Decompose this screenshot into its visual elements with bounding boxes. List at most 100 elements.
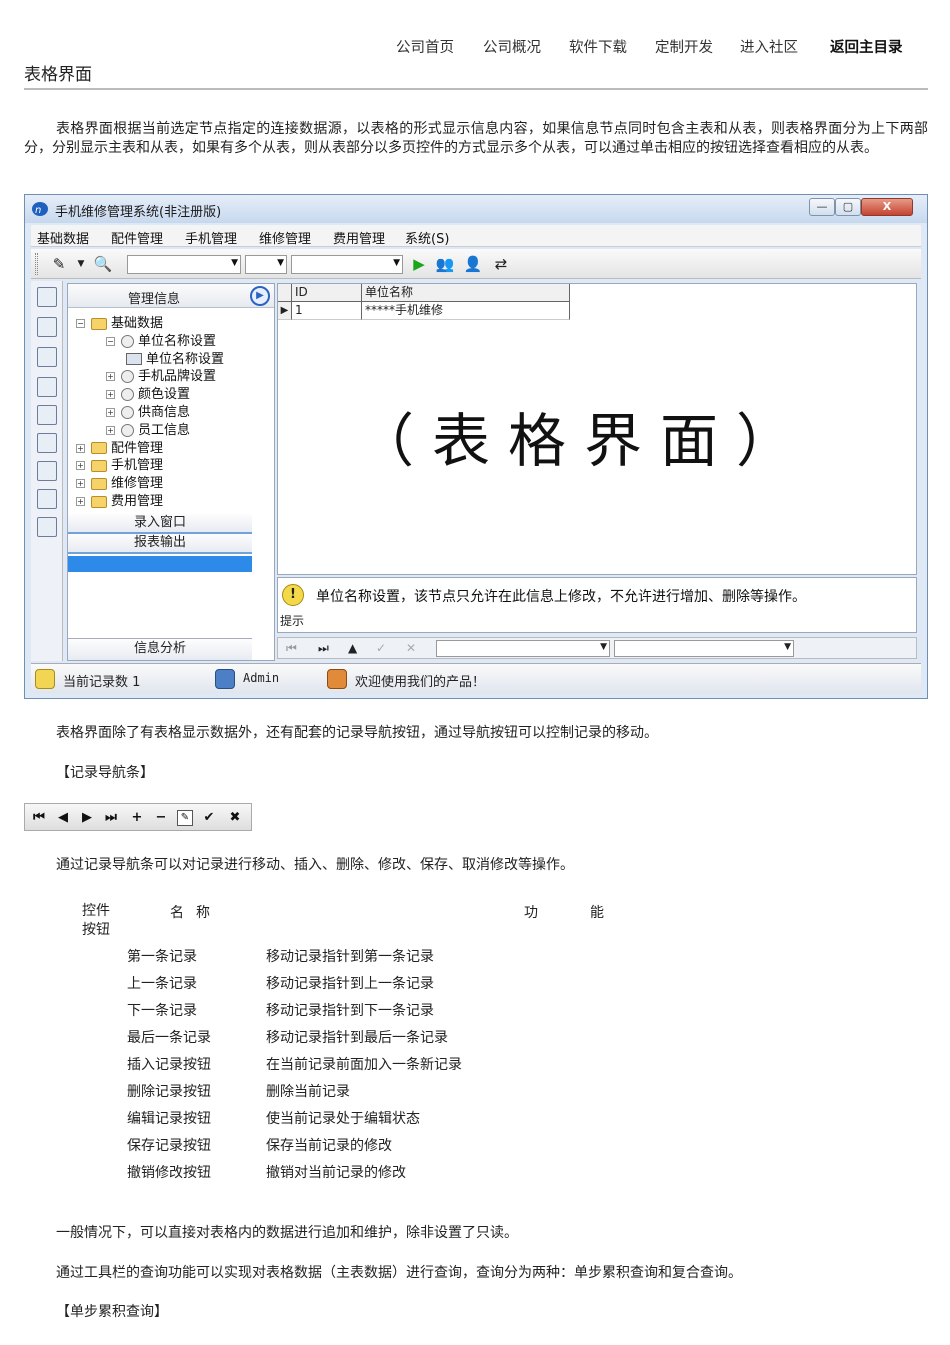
tree-node[interactable]: + 手机品牌设置 [106, 365, 216, 384]
control-function: 移动记录指针到上一条记录 [266, 976, 434, 992]
shortcut-users-icon[interactable] [37, 433, 57, 453]
app-menubar: 基础数据 配件管理 手机管理 维修管理 费用管理 系统(S) [31, 225, 921, 247]
grid-icon [126, 353, 142, 366]
tree-node[interactable]: + 手机管理 [76, 454, 163, 473]
nav-overview-link[interactable]: 公司概况 [483, 36, 541, 57]
expand-icon[interactable]: + [106, 425, 115, 435]
first-record-icon[interactable]: ⏮ [286, 641, 297, 656]
control-name: 最后一条记录 [127, 1030, 211, 1046]
tree-node[interactable]: + 费用管理 [76, 490, 163, 509]
grid-col-name[interactable]: 单位名称 [362, 284, 570, 302]
collapse-icon[interactable]: − [76, 319, 85, 328]
tree-node[interactable]: − 单位名称设置 [106, 330, 216, 349]
dropdown-arrow-icon[interactable]: ▼ [71, 254, 91, 274]
gear-icon [121, 370, 134, 384]
grid-filter-combo-1[interactable]: ▼ [436, 640, 610, 657]
grid-cell-id[interactable]: 1 [292, 302, 362, 320]
expand-icon[interactable]: + [106, 372, 115, 382]
users-filter-icon[interactable]: 👤 [463, 254, 483, 274]
tree-node[interactable]: + 供商信息 [106, 401, 190, 420]
data-grid: ID 单位名称 ▶ 1 *****手机维修 （表格界面） [277, 283, 917, 575]
table-row: 上一条记录 移动记录指针到上一条记录 [0, 973, 950, 993]
tree-node[interactable]: − 基础数据 [76, 312, 163, 331]
control-function: 删除当前记录 [266, 1084, 350, 1100]
panel-title: 管理信息 [128, 292, 181, 307]
menu-phones[interactable]: 手机管理 [185, 228, 237, 247]
shortcut-edit-icon[interactable] [37, 405, 57, 425]
grid-col-id[interactable]: ID [292, 284, 362, 302]
grid-cell-name[interactable]: *****手机维修 [362, 302, 570, 320]
minimize-icon[interactable]: — [809, 198, 835, 216]
table-header-function: 功能 [524, 905, 656, 921]
shortcut-print-icon[interactable] [37, 517, 57, 537]
tree-node[interactable]: + 颜色设置 [106, 383, 190, 402]
up-record-icon[interactable]: ▲ [348, 641, 357, 655]
delete-record-icon[interactable]: − [151, 809, 171, 827]
menu-basic-data[interactable]: 基础数据 [37, 228, 89, 247]
nav-download-link[interactable]: 软件下载 [569, 36, 627, 57]
pencil-icon[interactable]: ✎ [49, 254, 69, 274]
tree-node[interactable]: 单位名称设置 [126, 348, 224, 367]
first-record-icon[interactable]: ⏮ [29, 809, 49, 827]
nav-back-link[interactable]: 返回主目录 [830, 36, 903, 57]
expand-icon[interactable]: + [106, 390, 115, 400]
panel-go-icon[interactable]: ▶ [250, 286, 270, 306]
query-icon[interactable]: 🔍 [93, 254, 113, 274]
edit-record-icon[interactable]: ✎ [177, 810, 193, 826]
maximize-icon[interactable]: ▢ [835, 198, 861, 216]
tree-node[interactable]: + 员工信息 [106, 419, 190, 438]
table-header-button: 控件按钮 [82, 903, 110, 938]
play-icon[interactable]: ▶ [409, 254, 429, 274]
record-navigator-strip: ⏮ ◀ ▶ ⏭ + − ✎ ✔ ✖ [24, 803, 252, 831]
operator-combo[interactable]: ▼ [245, 255, 287, 274]
last-record-icon[interactable]: ⏭ [101, 809, 121, 827]
shortcut-grid-icon[interactable] [37, 489, 57, 509]
menu-parts[interactable]: 配件管理 [111, 228, 163, 247]
next-record-icon[interactable]: ⏭ [318, 641, 329, 656]
insert-record-icon[interactable]: + [127, 809, 147, 827]
save-record-icon[interactable]: ✔ [199, 809, 219, 827]
value-combo[interactable]: ▼ [291, 255, 403, 274]
menu-fees[interactable]: 费用管理 [333, 228, 385, 247]
gear-icon [121, 406, 134, 419]
nav-home-link[interactable]: 公司首页 [396, 36, 454, 57]
expand-icon[interactable]: + [76, 479, 85, 489]
tree-node[interactable]: + 配件管理 [76, 437, 163, 456]
panel-header: 管理信息 ▶ [68, 284, 274, 308]
tree-node-label: 单位名称设置 [138, 333, 217, 349]
menu-system[interactable]: 系统(S) [405, 228, 449, 247]
expand-icon[interactable]: + [76, 497, 85, 506]
control-name: 保存记录按钮 [127, 1138, 211, 1154]
nav-custom-link[interactable]: 定制开发 [655, 36, 713, 57]
cancel-icon[interactable]: ✕ [406, 641, 416, 655]
check-icon[interactable]: ✓ [376, 641, 386, 655]
shortcut-export-icon[interactable] [37, 377, 57, 397]
menu-repair[interactable]: 维修管理 [259, 228, 311, 247]
next-record-icon[interactable]: ▶ [77, 809, 97, 827]
tab-report-output[interactable]: 报表输出 [68, 534, 252, 554]
grid-filter-combo-2[interactable]: ▼ [614, 640, 794, 657]
field-combo[interactable]: ▼ [127, 255, 241, 274]
tree-node[interactable]: + 维修管理 [76, 472, 163, 491]
status-record-count: 当前记录数 1 [63, 675, 141, 690]
status-welcome: 欢迎使用我们的产品！ [355, 675, 486, 690]
shortcut-form-icon[interactable] [37, 317, 57, 337]
control-name: 上一条记录 [127, 976, 197, 992]
users-search-icon[interactable]: 👥 [435, 254, 455, 274]
nav-community-link[interactable]: 进入社区 [740, 36, 798, 57]
table-row: 最后一条记录 移动记录指针到最后一条记录 [0, 1027, 950, 1047]
prior-record-icon[interactable]: ◀ [53, 809, 73, 827]
cancel-edit-icon[interactable]: ✖ [225, 809, 245, 827]
shortcut-report-icon[interactable] [37, 461, 57, 481]
expand-icon[interactable]: + [76, 461, 85, 471]
expand-icon[interactable]: + [76, 443, 85, 453]
shortcut-chart-icon[interactable] [37, 347, 57, 367]
watermark-caption: （表格界面） [356, 407, 813, 475]
shortcut-window-icon[interactable] [37, 287, 57, 307]
tab-entry-window[interactable]: 录入窗口 [68, 514, 252, 534]
expand-icon[interactable]: + [106, 408, 115, 417]
refresh-icon[interactable]: ⇄ [491, 254, 511, 274]
close-icon[interactable]: X [861, 198, 913, 216]
collapse-icon[interactable]: − [106, 336, 115, 346]
tab-info-analysis[interactable]: 信息分析 [68, 638, 252, 660]
